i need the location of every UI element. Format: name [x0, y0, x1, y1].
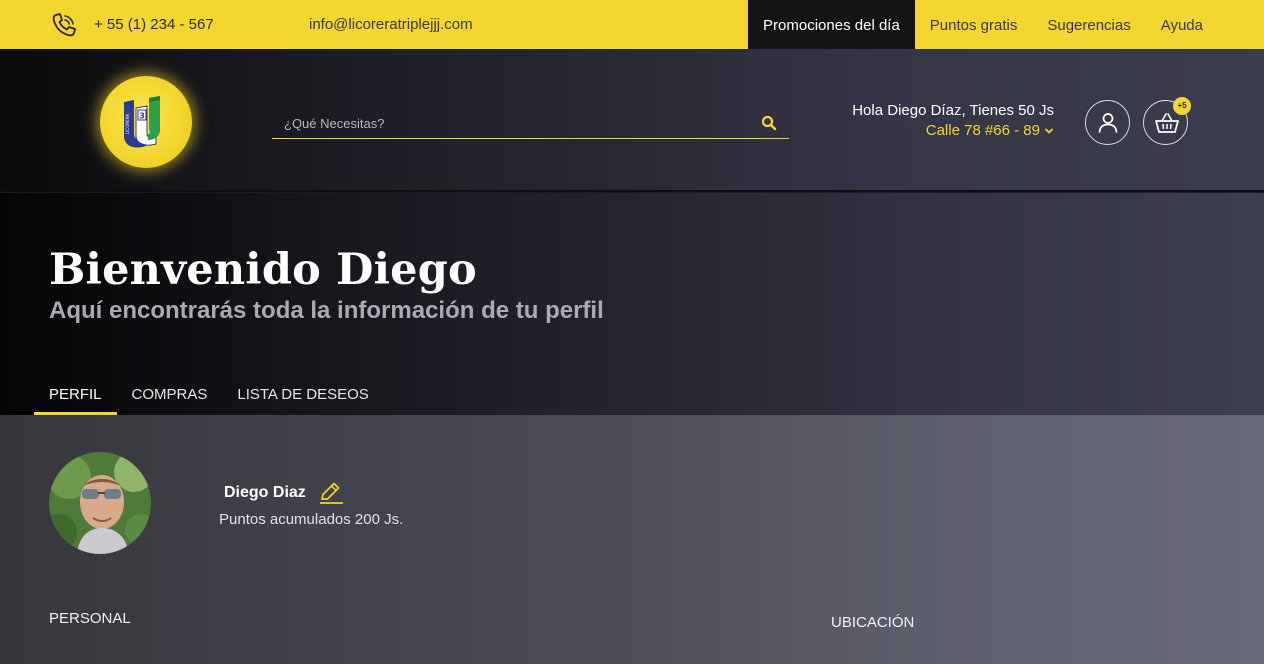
basket-icon	[1155, 113, 1179, 133]
nav-ayuda[interactable]: Ayuda	[1146, 0, 1264, 49]
address-selector[interactable]: Calle 78 #66 - 89	[852, 122, 1054, 139]
page-title: Bienvenido Diego	[49, 245, 477, 295]
greeting-text: Hola Diego Díaz, Tienes 50 Js	[852, 102, 1054, 119]
accumulated-points: Puntos acumulados 200 Js.	[219, 511, 404, 528]
tab-compras[interactable]: COMPRAS	[117, 378, 223, 415]
brand-logo[interactable]: 3 LICORERA	[100, 76, 192, 168]
contact-email[interactable]: info@licoreratriplejjj.com	[309, 16, 473, 33]
profile-name-row: Diego Diaz	[224, 481, 344, 505]
main-header: 3 LICORERA Hola Diego Díaz, Tienes 50 Js…	[0, 49, 1264, 192]
cart-count-badge: +5	[1173, 97, 1191, 115]
edit-pencil-icon[interactable]	[318, 481, 344, 505]
account-button[interactable]	[1085, 100, 1130, 145]
tab-perfil[interactable]: PERFIL	[34, 378, 117, 415]
profile-tabs: PERFIL COMPRAS LISTA DE DESEOS	[34, 378, 384, 415]
search-icon[interactable]	[761, 115, 777, 131]
logo-mark-icon: 3 LICORERA	[124, 96, 160, 148]
top-nav: Promociones del día Puntos gratis Sugere…	[748, 0, 1264, 49]
avatar-photo	[49, 452, 151, 554]
nav-sugerencias[interactable]: Sugerencias	[1032, 0, 1145, 49]
tab-lista-de-deseos[interactable]: LISTA DE DESEOS	[222, 378, 383, 415]
address-text: Calle 78 #66 - 89	[925, 122, 1040, 139]
search-bar	[272, 109, 789, 139]
user-icon	[1098, 113, 1118, 133]
chevron-down-icon	[1044, 127, 1054, 134]
welcome-hero: Bienvenido Diego Aquí encontrarás toda l…	[0, 193, 1264, 415]
profile-content: Diego Diaz Puntos acumulados 200 Js. PER…	[0, 415, 1264, 664]
avatar	[49, 452, 151, 554]
user-greeting: Hola Diego Díaz, Tienes 50 Js Calle 78 #…	[852, 102, 1054, 139]
phone-icon	[52, 13, 76, 37]
section-personal: PERSONAL	[49, 610, 131, 627]
nav-puntos-gratis[interactable]: Puntos gratis	[915, 0, 1033, 49]
top-bar: + 55 (1) 234 - 567 info@licoreratriplejj…	[0, 0, 1264, 49]
search-input[interactable]	[272, 109, 742, 137]
page-subtitle: Aquí encontrarás toda la información de …	[49, 297, 604, 324]
nav-promociones-del-dia[interactable]: Promociones del día	[748, 0, 915, 49]
svg-text:3: 3	[139, 112, 145, 121]
contact-phone[interactable]: + 55 (1) 234 - 567	[94, 16, 214, 33]
svg-text:LICORERA: LICORERA	[125, 114, 130, 134]
section-location: UBICACIÓN	[831, 614, 915, 631]
profile-name: Diego Diaz	[224, 484, 306, 501]
